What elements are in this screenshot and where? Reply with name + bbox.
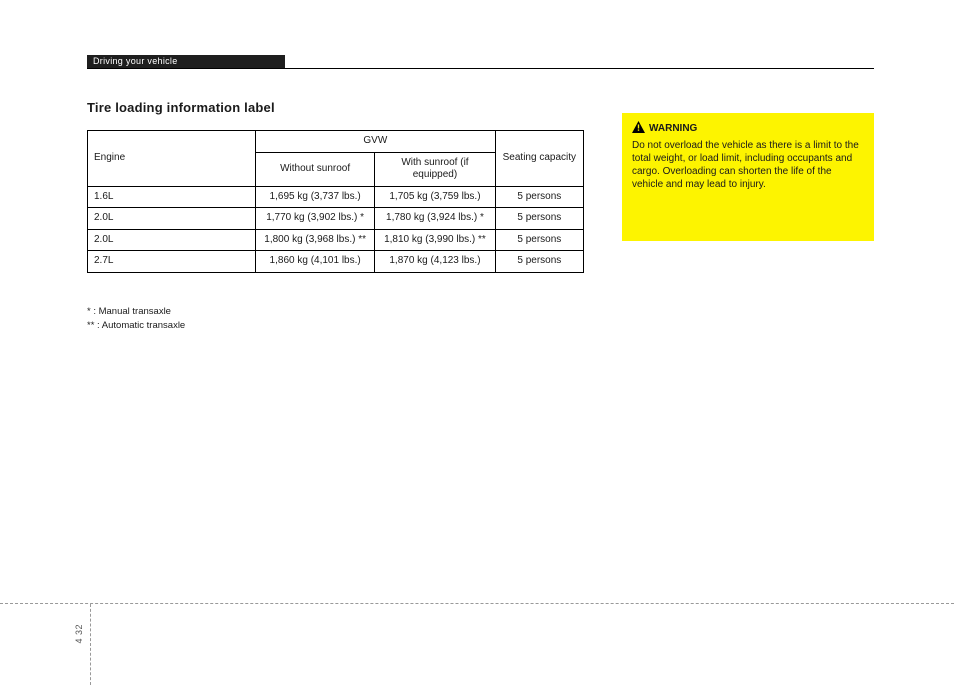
table-footnote-2: ** : Automatic transaxle	[87, 320, 185, 331]
trim-line-v	[90, 604, 91, 685]
cell-seats: 5 persons	[495, 186, 583, 208]
cell-with: 1,810 kg (3,990 lbs.) **	[375, 229, 495, 251]
cell-seats: 5 persons	[495, 208, 583, 230]
cell-without: 1,860 kg (4,101 lbs.)	[256, 251, 375, 273]
colgroup-gvw: GVW	[256, 131, 496, 153]
warning-box: WARNING Do not overload the vehicle as t…	[622, 113, 874, 241]
col-with-sunroof: With sunroof (if equipped)	[375, 152, 495, 186]
table-footnote-1: * : Manual transaxle	[87, 306, 171, 317]
cell-engine: 2.0L	[88, 208, 256, 230]
cell-without: 1,695 kg (3,737 lbs.)	[256, 186, 375, 208]
col-seats: Seating capacity	[495, 131, 583, 187]
table-row: 2.7L 1,860 kg (4,101 lbs.) 1,870 kg (4,1…	[88, 251, 584, 273]
warning-header: WARNING	[632, 121, 864, 135]
warning-icon	[632, 121, 645, 133]
cell-engine: 2.0L	[88, 229, 256, 251]
warning-label: WARNING	[649, 123, 697, 134]
cell-without: 1,770 kg (3,902 lbs.) *	[256, 208, 375, 230]
page-number: 4 32	[74, 624, 84, 644]
trim-line-h	[0, 603, 954, 604]
col-without-sunroof: Without sunroof	[256, 152, 375, 186]
cell-seats: 5 persons	[495, 229, 583, 251]
col-engine: Engine	[88, 131, 256, 187]
table-row: 1.6L 1,695 kg (3,737 lbs.) 1,705 kg (3,7…	[88, 186, 584, 208]
table-row: 2.0L 1,770 kg (3,902 lbs.) * 1,780 kg (3…	[88, 208, 584, 230]
header-tab-label: Driving your vehicle	[87, 55, 184, 68]
cell-without: 1,800 kg (3,968 lbs.) **	[256, 229, 375, 251]
cell-with: 1,705 kg (3,759 lbs.)	[375, 186, 495, 208]
gvw-table: Engine GVW Seating capacity Without sunr…	[87, 130, 584, 273]
warning-body: Do not overload the vehicle as there is …	[632, 139, 864, 191]
cell-with: 1,780 kg (3,924 lbs.) *	[375, 208, 495, 230]
cell-with: 1,870 kg (4,123 lbs.)	[375, 251, 495, 273]
cell-engine: 1.6L	[88, 186, 256, 208]
cell-engine: 2.7L	[88, 251, 256, 273]
table-row: 2.0L 1,800 kg (3,968 lbs.) ** 1,810 kg (…	[88, 229, 584, 251]
header-rule	[87, 68, 874, 69]
cell-seats: 5 persons	[495, 251, 583, 273]
section-title: Tire loading information label	[87, 100, 275, 115]
